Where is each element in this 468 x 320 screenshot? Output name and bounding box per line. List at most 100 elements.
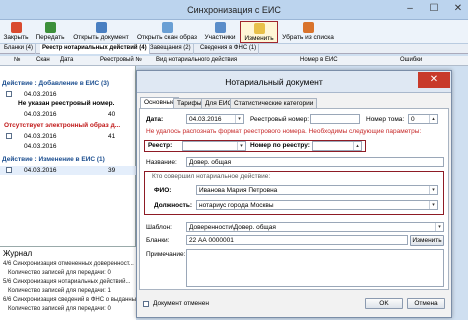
col-eis-number[interactable]: Номер в ЕИС <box>300 57 338 63</box>
dialog-close-button[interactable]: ✕ <box>418 72 450 88</box>
journal-line: 4/6 Синхронизация отмененных доверенност… <box>3 261 134 267</box>
journal-line: 5/6 Синхронизация нотариальных действий.… <box>3 279 131 285</box>
ok-button[interactable]: OK <box>365 298 403 309</box>
registry-label: Реестр: <box>148 142 173 149</box>
window-titlebar: Синхронизация с ЕИС – ☐ ✕ <box>0 0 468 20</box>
tab-wills[interactable]: Завещания (2) <box>148 44 194 54</box>
edit-button[interactable]: Изменить <box>240 21 278 43</box>
chevron-down-icon[interactable]: ▾ <box>435 223 443 231</box>
close-button[interactable]: Закрыть <box>2 21 30 43</box>
date-field[interactable]: 04.03.2016 ▾ <box>186 114 244 124</box>
col-scan[interactable]: Скан <box>36 57 50 63</box>
name-field[interactable]: Довер. общая <box>186 157 444 167</box>
chevron-down-icon[interactable]: ▾ <box>429 186 437 194</box>
table-row[interactable]: 04.03.2016 <box>0 142 136 151</box>
tab-fns[interactable]: Сведения в ФНС (1) <box>198 44 260 54</box>
close-button-label: Закрыть <box>3 34 29 41</box>
main-tabs: Бланки (4) Реестр нотариальных действий … <box>0 44 468 54</box>
group-edit[interactable]: Действие : Изменение в ЕИС (1) <box>2 156 105 163</box>
template-select[interactable]: Доверенности\Довер. общая ▾ <box>186 222 444 232</box>
minimize-button[interactable]: – <box>398 0 422 18</box>
chevron-down-icon[interactable]: ▾ <box>237 142 245 150</box>
name-label: Название: <box>146 159 177 166</box>
row-date: 04.03.2016 <box>24 133 57 140</box>
fio-select[interactable]: Иванова Мария Петровна ▾ <box>196 185 438 195</box>
remove-from-list-button[interactable]: Убрать из списка <box>282 21 334 43</box>
row-number: 41 <box>108 133 116 140</box>
tab-registry[interactable]: Реестр нотариальных действий (4) <box>40 44 150 54</box>
row-checkbox[interactable] <box>6 167 12 173</box>
send-button[interactable]: Передать <box>34 21 66 43</box>
row-date: 04.03.2016 <box>24 143 57 150</box>
tab-blanks[interactable]: Бланки (4) <box>2 44 36 54</box>
spinner-icon[interactable]: ▴ <box>429 115 437 123</box>
template-value: Доверенности\Довер. общая <box>189 224 276 231</box>
journal-panel: Журнал 4/6 Синхронизация отмененных дове… <box>0 246 144 320</box>
open-scan-button[interactable]: Открыть скан образ <box>136 21 198 43</box>
cancelled-checkbox[interactable] <box>143 301 149 307</box>
performer-caption: Кто совершил нотариальное действие: <box>152 173 271 180</box>
spinner-icon[interactable]: ▴ <box>353 142 361 150</box>
participants-button[interactable]: Участники <box>202 21 238 43</box>
position-value: нотариус города Москвы <box>199 202 274 209</box>
regnum-label: Реестровый номер: <box>250 116 310 123</box>
regnum-warning: Не удалось распознать формат реестрового… <box>146 128 422 135</box>
send-icon <box>44 22 56 33</box>
note-label: Примечание: <box>146 251 186 258</box>
edit-button-label: Изменить <box>244 35 274 42</box>
registry-select[interactable]: ▾ <box>182 141 246 151</box>
table-row[interactable]: 04.03.2016 <box>0 90 136 99</box>
fio-label: ФИО: <box>154 187 172 194</box>
remove-icon <box>302 22 314 33</box>
blanks-field[interactable]: 22 АА 0000001 <box>186 235 408 245</box>
group-no-regnum[interactable]: Не указан реестровый номер. <box>18 100 114 107</box>
row-date: 04.03.2016 <box>24 111 57 118</box>
dialog-footer: Документ отменен OK Отмена <box>139 292 449 316</box>
row-number: 40 <box>108 111 116 118</box>
table-row[interactable]: 04.03.2016 40 <box>0 110 136 119</box>
change-blanks-button[interactable]: Изменить <box>410 235 444 246</box>
table-row[interactable]: 04.03.2016 39 <box>0 166 136 175</box>
col-date[interactable]: Дата <box>60 57 73 63</box>
template-label: Шаблон: <box>146 224 172 231</box>
regno-field[interactable]: ▴ <box>312 141 362 151</box>
row-date: 04.03.2016 <box>24 167 57 174</box>
grid-header: № Скан Дата Реестровый № Вид нотариально… <box>0 56 468 66</box>
row-number: 39 <box>108 167 116 174</box>
row-checkbox[interactable] <box>6 91 12 97</box>
cancel-button[interactable]: Отмена <box>407 298 445 309</box>
toolbar: Закрыть Передать Открыть документ Открыт… <box>0 20 468 44</box>
document-icon <box>95 22 107 33</box>
tab-statistics[interactable]: Статистические категории <box>230 98 318 108</box>
position-label: Должность: <box>154 202 193 209</box>
date-label: Дата: <box>146 116 164 123</box>
col-errors[interactable]: Ошибки <box>400 57 422 63</box>
maximize-button[interactable]: ☐ <box>422 0 446 18</box>
chevron-down-icon[interactable]: ▾ <box>429 201 437 209</box>
col-number[interactable]: № <box>14 57 20 63</box>
date-value: 04.03.2016 <box>189 116 222 123</box>
window-close-button[interactable]: ✕ <box>446 0 468 18</box>
table-row[interactable]: 04.03.2016 41 <box>0 132 136 141</box>
col-regnum[interactable]: Реестровый № <box>100 57 142 63</box>
note-textarea[interactable] <box>186 249 444 287</box>
cancelled-label[interactable]: Документ отменен <box>153 300 209 307</box>
scan-image-icon <box>161 22 173 33</box>
group-add[interactable]: Действие : Добавление в ЕИС (3) <box>2 80 109 87</box>
journal-line: Количество записей для передачи: 1 <box>8 288 111 294</box>
col-action-type[interactable]: Вид нотариального действия <box>156 57 237 63</box>
row-checkbox[interactable] <box>6 133 12 139</box>
journal-title: Журнал <box>3 249 33 258</box>
journal-line: Количество записей для передачи: 0 <box>8 306 111 312</box>
volume-label: Номер тома: <box>366 116 405 123</box>
calendar-dropdown-icon[interactable]: ▾ <box>235 115 243 123</box>
volume-field[interactable]: 0 ▴ <box>408 114 438 124</box>
blanks-value: 22 АА 0000001 <box>189 237 234 244</box>
blanks-label: Бланки: <box>146 237 170 244</box>
open-document-button[interactable]: Открыть документ <box>72 21 130 43</box>
name-value: Довер. общая <box>189 159 232 166</box>
position-select[interactable]: нотариус города Москвы ▾ <box>196 200 438 210</box>
group-no-scan[interactable]: Отсутствует электронный образ д... <box>4 122 120 129</box>
regnum-field[interactable] <box>310 114 360 124</box>
pencil-icon <box>253 23 265 34</box>
